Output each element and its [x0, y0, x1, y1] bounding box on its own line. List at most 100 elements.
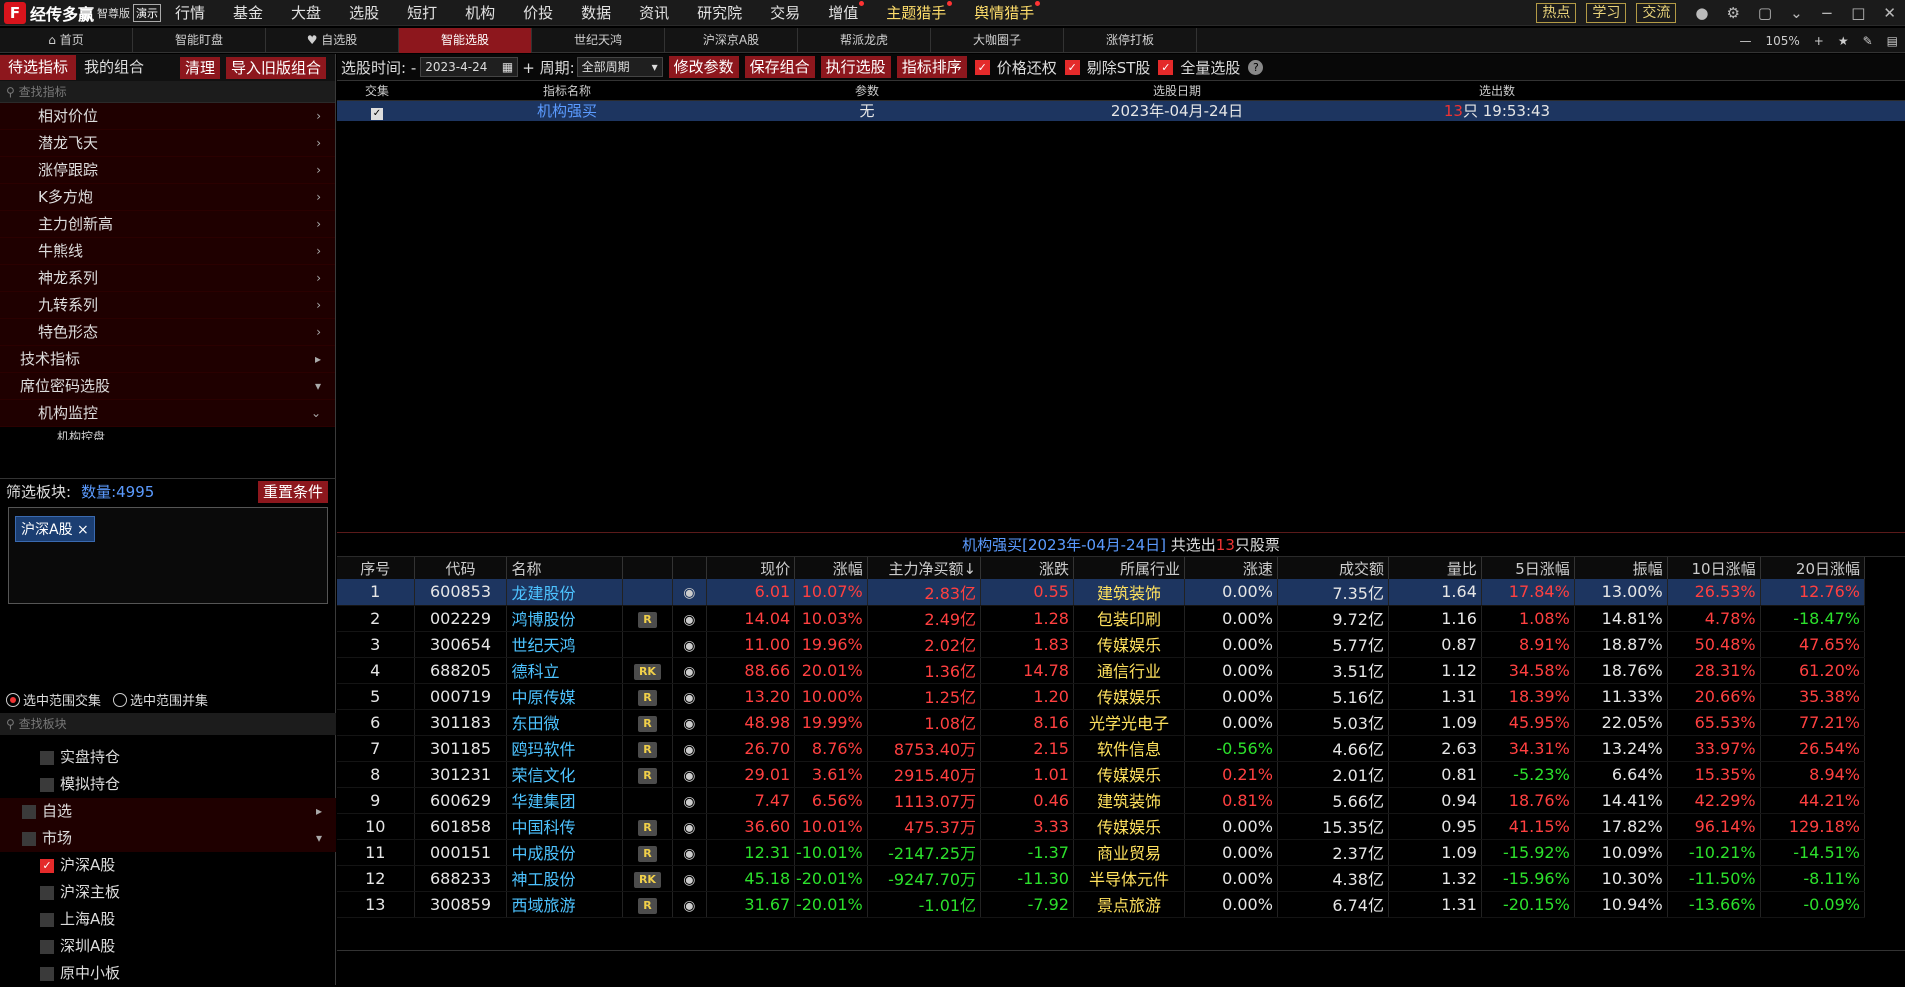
stock-code[interactable]: 300654	[414, 631, 508, 658]
tab-3[interactable]: 智能选股	[399, 28, 532, 53]
table-row[interactable]: 3 300654 世纪天鸿 ◉ 11.00 19.96% 2.02亿 1.83 传媒娱乐 0.00…	[337, 631, 1866, 658]
stock-code[interactable]: 601858	[414, 813, 508, 840]
stock-name[interactable]: 西域旅游	[506, 891, 624, 918]
col-header-15[interactable]: 10日涨幅	[1667, 557, 1761, 579]
learn-button[interactable]: 学习	[1586, 3, 1627, 23]
gear-icon[interactable]: ⚙	[1726, 4, 1739, 22]
col-header-16[interactable]: 20日涨幅	[1760, 557, 1866, 579]
tree-item[interactable]: 九转系列 ›	[0, 292, 335, 319]
menu-item-7[interactable]: 数据	[581, 2, 611, 23]
board-checkbox[interactable]	[40, 750, 54, 765]
watch-cell[interactable]: ◉	[672, 631, 707, 658]
table-row[interactable]: 13 300859 西域旅游 R ◉ 31.67 -20.01% -1.01亿 -7.92 景点旅…	[337, 891, 1866, 918]
tag-close-icon[interactable]: ×	[77, 522, 89, 538]
col-header-0[interactable]: 序号	[337, 557, 415, 579]
pen-icon[interactable]: ✎	[1863, 34, 1873, 48]
maximize-icon[interactable]: □	[1851, 4, 1865, 22]
eye-icon[interactable]: ◉	[683, 846, 695, 862]
stock-code[interactable]: 002229	[414, 605, 508, 632]
table-row[interactable]: 4 688205 德科立 RK ◉ 88.66 20.01% 1.36亿 14.78 通信行业 0.…	[337, 657, 1866, 684]
eye-icon[interactable]: ◉	[683, 716, 695, 732]
tab-1[interactable]: 智能盯盘	[133, 28, 266, 53]
menu-item-2[interactable]: 大盘	[291, 2, 321, 23]
import-old-combo-button[interactable]: 导入旧版组合	[226, 56, 327, 79]
table-row[interactable]: 10 601858 中国科传 R ◉ 36.60 10.01% 475.37万 3.33 传媒娱乐…	[337, 813, 1866, 840]
eye-icon[interactable]: ◉	[683, 690, 695, 706]
eye-icon[interactable]: ◉	[683, 664, 695, 680]
tree-item[interactable]: 机构监控 ⌄	[0, 400, 335, 427]
stock-code[interactable]: 301231	[414, 761, 508, 788]
tab-4[interactable]: 世纪天鸿	[532, 28, 665, 53]
watch-cell[interactable]: ◉	[672, 709, 707, 736]
board-item[interactable]: ✓ 沪深A股	[0, 852, 336, 879]
col-header-9[interactable]: 所属行业	[1073, 557, 1186, 579]
tree-item[interactable]: 特色形态 ›	[0, 319, 335, 346]
stock-name[interactable]: 鸿博股份	[506, 605, 624, 632]
table-row[interactable]: 2 002229 鸿博股份 R ◉ 14.04 10.03% 2.49亿 1.28 包装印刷 0.0…	[337, 605, 1866, 632]
col-header-13[interactable]: 5日涨幅	[1481, 557, 1575, 579]
tree-item[interactable]: 相对价位 ›	[0, 103, 335, 130]
menu-item-1[interactable]: 基金	[233, 2, 263, 23]
table-row[interactable]: 6 301183 东田微 R ◉ 48.98 19.99% 1.08亿 8.16 光学光电子 0.0…	[337, 709, 1866, 736]
hot-button[interactable]: 热点	[1536, 3, 1577, 23]
eye-icon[interactable]: ◉	[683, 612, 695, 628]
col-header-10[interactable]: 涨速	[1184, 557, 1278, 579]
tree-item[interactable]: K多方炮 ›	[0, 184, 335, 211]
eye-icon[interactable]: ◉	[683, 742, 695, 758]
col-header-12[interactable]: 量比	[1388, 557, 1482, 579]
col-header-6[interactable]: 涨幅	[794, 557, 868, 579]
col-header-14[interactable]: 振幅	[1574, 557, 1668, 579]
eye-icon[interactable]: ◉	[683, 585, 695, 601]
col-header-3[interactable]	[622, 557, 673, 579]
tab-8[interactable]: 涨停打板	[1064, 28, 1197, 53]
tab-5[interactable]: 沪深京A股	[665, 28, 798, 53]
menu-item-10[interactable]: 交易	[770, 2, 800, 23]
eye-icon[interactable]: ◉	[683, 794, 695, 810]
col-header-2[interactable]: 名称	[506, 557, 624, 579]
period-select[interactable]: 全部周期 ▾	[576, 57, 663, 77]
zoom-in-icon[interactable]: +	[1814, 34, 1824, 48]
tree-item[interactable]: 技术指标 ▸	[0, 346, 335, 373]
star-icon[interactable]: ★	[1838, 34, 1849, 48]
table-row[interactable]: 8 301231 荣信文化 R ◉ 29.01 3.61% 2915.40万 1.01 传媒娱乐 0…	[337, 761, 1866, 788]
stock-name[interactable]: 荣信文化	[506, 761, 624, 788]
tab-7[interactable]: 大咖圈子	[931, 28, 1064, 53]
board-checkbox[interactable]	[40, 966, 54, 981]
tab-pending-indicators[interactable]: 待选指标	[0, 55, 77, 80]
board-checkbox[interactable]	[40, 939, 54, 954]
table-row[interactable]: 7 301185 鸥玛软件 R ◉ 26.70 8.76% 8753.40万 2.15 软件信息 -…	[337, 735, 1866, 762]
stock-code[interactable]: 301183	[414, 709, 508, 736]
table-row[interactable]: 9 600629 华建集团 ◉ 7.47 6.56% 1113.07万 0.46 建筑装饰 0.8…	[337, 787, 1866, 814]
col-header-8[interactable]: 涨跌	[980, 557, 1074, 579]
sort-indicators-button[interactable]: 指标排序	[896, 56, 967, 78]
menu-item-8[interactable]: 资讯	[639, 2, 669, 23]
tree-item[interactable]: 席位密码选股 ▾	[0, 373, 335, 400]
eye-icon[interactable]: ◉	[683, 820, 695, 836]
save-combo-button[interactable]: 保存组合	[744, 56, 815, 78]
tab-0[interactable]: ⌂ 首页	[0, 28, 133, 53]
stock-code[interactable]: 688205	[414, 657, 508, 684]
run-selection-button[interactable]: 执行选股	[820, 56, 891, 78]
table-row[interactable]: 12 688233 神工股份 RK ◉ 45.18 -20.01% -9247.70万 -11.…	[337, 865, 1866, 892]
col-header-5[interactable]: 现价	[706, 557, 796, 579]
stock-name[interactable]: 世纪天鸿	[506, 631, 624, 658]
zoom-out-icon[interactable]: —	[1739, 34, 1751, 48]
eye-icon[interactable]: ◉	[683, 638, 695, 654]
modify-params-button[interactable]: 修改参数	[668, 56, 739, 78]
watch-cell[interactable]: ◉	[672, 891, 707, 918]
close-icon[interactable]: ✕	[1883, 4, 1896, 22]
exchange-button[interactable]: 交流	[1636, 3, 1677, 23]
watch-cell[interactable]: ◉	[672, 761, 707, 788]
stock-code[interactable]: 000151	[414, 839, 508, 866]
board-item[interactable]: 市场 ▾	[0, 825, 336, 852]
stock-code[interactable]: 300859	[414, 891, 508, 918]
table-row[interactable]: 11 000151 中成股份 R ◉ 12.31 -10.01% -2147.25万 -1.37…	[337, 839, 1866, 866]
window-icon[interactable]: ▢	[1758, 4, 1772, 22]
watch-cell[interactable]: ◉	[672, 605, 707, 632]
criteria-checkbox[interactable]: ✓	[337, 101, 417, 121]
date-input[interactable]: 2023-4-24 ▦	[420, 57, 519, 77]
watch-cell[interactable]: ◉	[672, 813, 707, 840]
stock-code[interactable]: 600629	[414, 787, 508, 814]
stock-name[interactable]: 神工股份	[506, 865, 624, 892]
board-item[interactable]: 沪深主板	[0, 879, 336, 906]
